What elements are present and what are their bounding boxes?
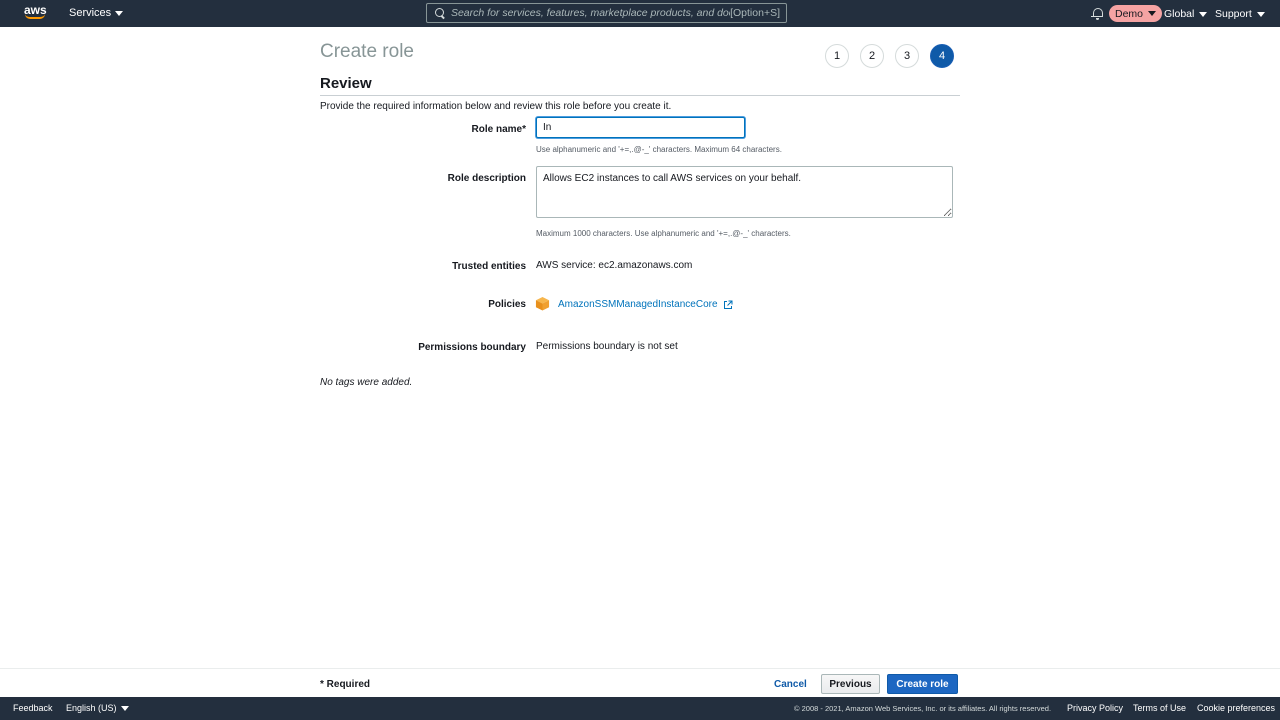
language-label: English (US) xyxy=(66,703,117,713)
search-icon xyxy=(435,8,445,18)
search-input[interactable] xyxy=(450,7,731,19)
cookie-preferences-link[interactable]: Cookie preferences xyxy=(1197,703,1275,713)
permissions-boundary-value: Permissions boundary is not set xyxy=(536,341,678,352)
account-label: Demo xyxy=(1115,7,1144,20)
section-title: Review xyxy=(320,75,372,92)
console-footer: Feedback English (US) © 2008 - 2021, Ama… xyxy=(0,697,1280,720)
support-label: Support xyxy=(1215,8,1252,20)
role-description-textarea[interactable]: Allows EC2 instances to call AWS service… xyxy=(536,166,953,218)
privacy-policy-link[interactable]: Privacy Policy xyxy=(1067,703,1123,713)
permissions-boundary-label: Permissions boundary xyxy=(418,342,526,353)
trusted-entities-label: Trusted entities xyxy=(452,261,526,272)
account-menu-button[interactable]: Demo xyxy=(1109,5,1163,22)
copyright-text: © 2008 - 2021, Amazon Web Services, Inc.… xyxy=(794,704,1052,713)
region-menu-button[interactable]: Global xyxy=(1164,8,1208,20)
wizard-action-bar xyxy=(0,668,1280,696)
search-shortcut-hint: [Option+S] xyxy=(730,7,780,19)
caret-down-icon xyxy=(115,10,124,16)
intro-text: Provide the required information below a… xyxy=(320,101,672,112)
wizard-step-3[interactable]: 3 xyxy=(895,44,919,68)
services-label: Services xyxy=(69,7,112,19)
role-description-label: Role description xyxy=(447,173,526,184)
previous-button[interactable]: Previous xyxy=(821,674,880,694)
region-label: Global xyxy=(1164,8,1195,20)
support-menu-button[interactable]: Support xyxy=(1215,8,1265,20)
role-description-hint: Maximum 1000 characters. Use alphanumeri… xyxy=(536,229,791,238)
role-name-label: Role name* xyxy=(471,124,526,135)
wizard-step-1[interactable]: 1 xyxy=(825,44,849,68)
wizard-step-4-active: 4 xyxy=(930,44,954,68)
policies-label: Policies xyxy=(488,299,526,310)
no-tags-text: No tags were added. xyxy=(320,377,413,388)
caret-down-icon xyxy=(1199,11,1208,17)
role-name-hint: Use alphanumeric and '+=,.@-_' character… xyxy=(536,145,782,154)
policy-link[interactable]: AmazonSSMManagedInstanceCore xyxy=(558,299,733,310)
wizard-step-2[interactable]: 2 xyxy=(860,44,884,68)
feedback-link[interactable]: Feedback xyxy=(13,703,53,713)
language-selector[interactable]: English (US) xyxy=(66,703,129,713)
policy-name: AmazonSSMManagedInstanceCore xyxy=(558,299,718,310)
create-role-button[interactable]: Create role xyxy=(887,674,958,694)
role-name-input[interactable] xyxy=(536,117,745,138)
caret-down-icon xyxy=(1256,11,1265,17)
external-link-icon xyxy=(723,300,733,309)
page-title: Create role xyxy=(320,41,414,62)
aws-logo-text: aws xyxy=(24,3,47,17)
caret-down-icon xyxy=(120,705,129,711)
top-navigation-bar: aws Services [Option+S] Demo Global Supp… xyxy=(0,0,1280,27)
cancel-button[interactable]: Cancel xyxy=(770,675,811,693)
section-divider xyxy=(320,95,960,96)
services-menu-button[interactable]: Services xyxy=(69,7,124,19)
terms-of-use-link[interactable]: Terms of Use xyxy=(1133,703,1186,713)
caret-down-icon xyxy=(1148,11,1157,16)
global-search-box[interactable]: [Option+S] xyxy=(426,3,787,23)
policy-box-icon xyxy=(535,296,550,311)
notifications-bell-icon[interactable] xyxy=(1091,7,1103,20)
required-note: * Required xyxy=(320,679,371,690)
trusted-entities-value: AWS service: ec2.amazonaws.com xyxy=(536,260,693,271)
aws-logo[interactable]: aws xyxy=(24,4,48,23)
